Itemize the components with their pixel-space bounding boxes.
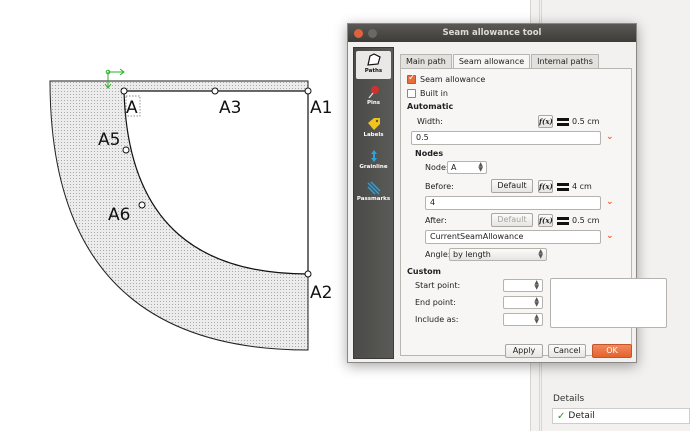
node-marker-a1[interactable] — [304, 87, 312, 95]
width-formula-button[interactable]: f(x) — [538, 115, 553, 128]
after-formula-button[interactable]: f(x) — [538, 214, 553, 227]
automatic-title: Automatic — [407, 102, 454, 111]
after-formula-input[interactable]: CurrentSeamAllowance — [425, 230, 601, 244]
sidebar-item-label: Labels — [363, 132, 384, 138]
before-formula-input[interactable]: 4 — [425, 196, 601, 210]
include-as-label: Include as: — [415, 315, 459, 324]
sidebar-item-label: Pins — [366, 100, 381, 106]
angle-label: Angle: — [425, 250, 451, 259]
before-formula-button[interactable]: f(x) — [538, 180, 553, 193]
point-label-a5: A5 — [98, 130, 120, 150]
seam-allowance-pane: Seam allowance Built in Automatic Width:… — [400, 68, 667, 356]
dialog-title: Seam allowance tool — [442, 28, 542, 38]
sidebar-item-label: Passmarks — [356, 196, 391, 202]
seam-allowance-label: Seam allowance — [420, 75, 486, 84]
before-value: 4 cm — [572, 182, 592, 191]
angle-select-value: by length — [453, 250, 491, 259]
chevron-down-icon[interactable]: ⌄ — [606, 231, 614, 241]
node-label: Node: — [425, 163, 449, 172]
after-default-button[interactable]: Default — [491, 213, 533, 227]
label-tag-icon — [367, 118, 380, 130]
grainline-icon — [370, 150, 377, 162]
chevron-updown-icon: ▲ ▼ — [534, 279, 539, 291]
tab-seam-allowance[interactable]: Seam allowance — [452, 54, 531, 69]
include-as-select[interactable]: ▲ ▼ — [503, 313, 543, 326]
equals-icon — [557, 216, 569, 226]
chevron-updown-icon: ▲ ▼ — [478, 161, 483, 173]
after-value: 0.5 cm — [572, 216, 600, 225]
before-label: Before: — [425, 182, 454, 191]
after-label: After: — [425, 216, 447, 225]
custom-seam-list[interactable] — [550, 278, 667, 328]
cancel-button[interactable]: Cancel — [548, 344, 586, 358]
check-icon: ✓ — [557, 410, 566, 422]
node-marker-a[interactable] — [120, 87, 128, 95]
nodes-title: Nodes — [415, 149, 444, 158]
tab-main-path[interactable]: Main path — [400, 54, 452, 68]
end-point-label: End point: — [415, 298, 456, 307]
point-label-a3: A3 — [219, 98, 241, 118]
details-row-label: Detail — [568, 411, 595, 421]
point-label-a: A — [126, 98, 138, 118]
width-formula-input[interactable]: 0.5 — [411, 131, 601, 145]
details-row[interactable]: ✓ Detail — [552, 408, 690, 424]
chevron-updown-icon: ▲ ▼ — [534, 296, 539, 308]
start-point-label: Start point: — [415, 281, 461, 290]
sidebar-item-labels[interactable]: Labels — [356, 115, 391, 143]
sidebar-item-passmarks[interactable]: Passmarks — [356, 179, 391, 207]
start-point-select[interactable]: ▲ ▼ — [503, 279, 543, 292]
built-in-label: Built in — [420, 89, 448, 98]
tab-internal-paths[interactable]: Internal paths — [531, 54, 599, 68]
node-select[interactable]: A ▲ ▼ — [447, 161, 487, 174]
built-in-checkbox[interactable] — [407, 89, 416, 98]
node-marker-a2[interactable] — [304, 270, 312, 278]
before-default-button[interactable]: Default — [491, 179, 533, 193]
paths-icon — [366, 53, 381, 66]
point-label-a2: A2 — [310, 283, 332, 303]
sidebar-item-label: Grainline — [359, 164, 388, 170]
equals-icon — [557, 182, 569, 192]
dialog-titlebar[interactable]: Seam allowance tool — [348, 24, 636, 42]
passmarks-icon — [367, 181, 380, 195]
dialog-sidebar: Paths Pins Labels Grainline Passmarks — [353, 47, 394, 359]
chevron-down-icon[interactable]: ⌄ — [606, 132, 614, 142]
seam-allowance-checkbox[interactable] — [407, 73, 416, 84]
chevron-updown-icon: ▲ ▼ — [538, 248, 543, 260]
node-marker-a6[interactable] — [138, 201, 146, 209]
details-title: Details — [553, 394, 585, 404]
chevron-down-icon[interactable]: ⌄ — [606, 197, 614, 207]
seam-allowance-dialog: Seam allowance tool Paths Pins Labels Gr… — [347, 23, 667, 363]
end-point-select[interactable]: ▲ ▼ — [503, 296, 543, 309]
width-value: 0.5 cm — [572, 117, 600, 126]
sidebar-item-grainline[interactable]: Grainline — [356, 147, 391, 175]
chevron-updown-icon: ▲ ▼ — [534, 313, 539, 325]
equals-icon — [557, 117, 569, 127]
app-window: A A3 A1 A5 A6 A2 Details ✓ Detail Seam a… — [0, 0, 690, 431]
apply-button[interactable]: Apply — [505, 344, 543, 358]
ok-button[interactable]: OK — [592, 344, 632, 358]
tab-bar: Main path Seam allowance Internal paths — [400, 54, 600, 69]
node-select-value: A — [451, 163, 457, 172]
angle-select[interactable]: by length ▲ ▼ — [449, 248, 547, 261]
point-label-a6: A6 — [108, 205, 130, 225]
node-marker-a5[interactable] — [122, 146, 130, 154]
sidebar-item-pins[interactable]: Pins — [356, 83, 391, 111]
width-label: Width: — [417, 117, 443, 126]
custom-title: Custom — [407, 267, 441, 276]
point-label-a1: A1 — [310, 98, 332, 118]
sidebar-item-paths[interactable]: Paths — [356, 51, 391, 79]
sidebar-item-label: Paths — [364, 68, 383, 74]
pin-icon — [367, 86, 379, 99]
node-marker-a3[interactable] — [211, 87, 219, 95]
